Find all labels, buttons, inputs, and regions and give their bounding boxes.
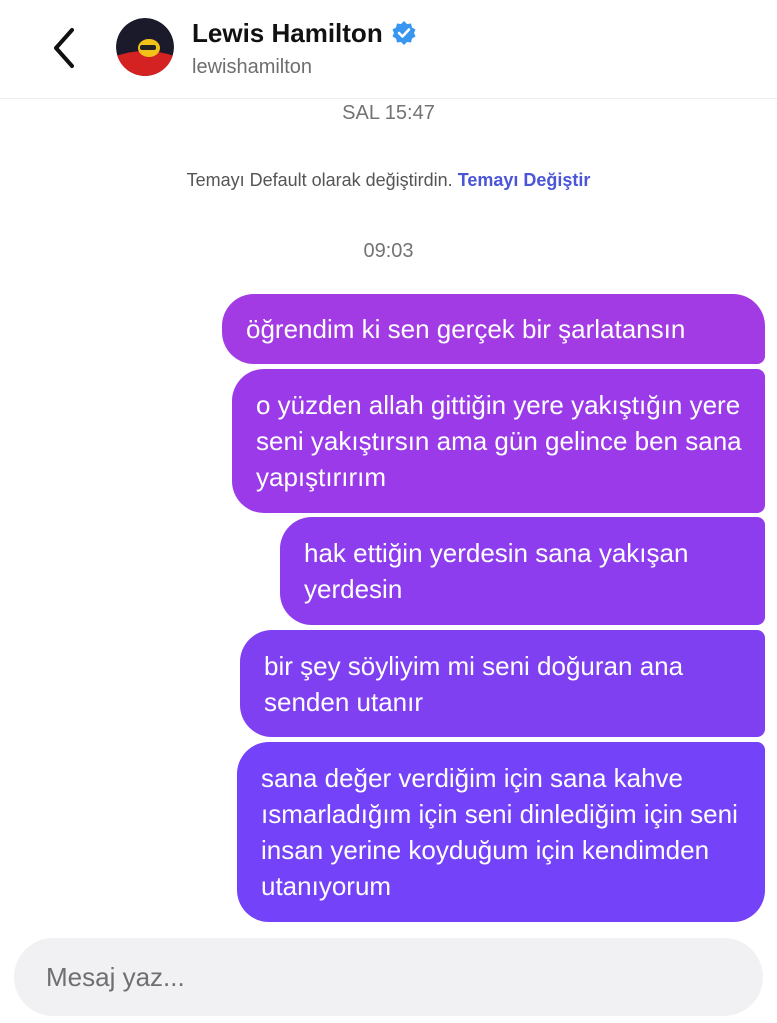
change-theme-link[interactable]: Temayı Değiştir bbox=[458, 170, 591, 190]
message-bubble[interactable]: hak ettiğin yerdesin sana yakışan yerdes… bbox=[280, 517, 765, 625]
message-text: hak ettiğin yerdesin sana yakışan yerdes… bbox=[304, 538, 689, 604]
message-input-placeholder: Mesaj yaz... bbox=[46, 961, 185, 992]
message-text: bir şey söyliyim mi seni doğuran ana sen… bbox=[264, 650, 684, 717]
profile-name[interactable]: Lewis Hamilton bbox=[192, 18, 383, 49]
timestamp: SAL 15:47 bbox=[342, 102, 435, 124]
message-bubble[interactable]: bir şey söyliyim mi seni doğuran ana sen… bbox=[240, 630, 765, 737]
back-chevron-icon[interactable] bbox=[46, 24, 86, 72]
message-text: sana değer verdiğim için sana kahve ısma… bbox=[261, 763, 738, 901]
message-input[interactable]: Mesaj yaz... bbox=[14, 938, 763, 1016]
message-bubble[interactable]: sana değer verdiğim için sana kahve ısma… bbox=[237, 742, 765, 922]
message-bubble[interactable]: o yüzden allah gittiğin yere yakıştığın … bbox=[232, 369, 765, 513]
verified-badge-icon bbox=[392, 21, 416, 45]
timestamp: 09:03 bbox=[363, 240, 414, 262]
message-bubble[interactable]: öğrendim ki sen gerçek bir şarlatansın bbox=[222, 294, 765, 364]
chat-header: Lewis Hamilton lewishamilton bbox=[0, 0, 777, 99]
theme-notice: Temayı Default olarak değiştirdin. Temay… bbox=[0, 170, 777, 191]
avatar[interactable] bbox=[116, 18, 174, 76]
profile-name-row[interactable]: Lewis Hamilton bbox=[192, 15, 417, 51]
theme-notice-text: Temayı Default olarak değiştirdin. bbox=[186, 170, 453, 190]
message-text: o yüzden allah gittiğin yere yakıştığın … bbox=[256, 390, 742, 492]
message-text: öğrendim ki sen gerçek bir şarlatansın bbox=[246, 314, 686, 344]
profile-handle: lewishamilton bbox=[192, 56, 313, 78]
